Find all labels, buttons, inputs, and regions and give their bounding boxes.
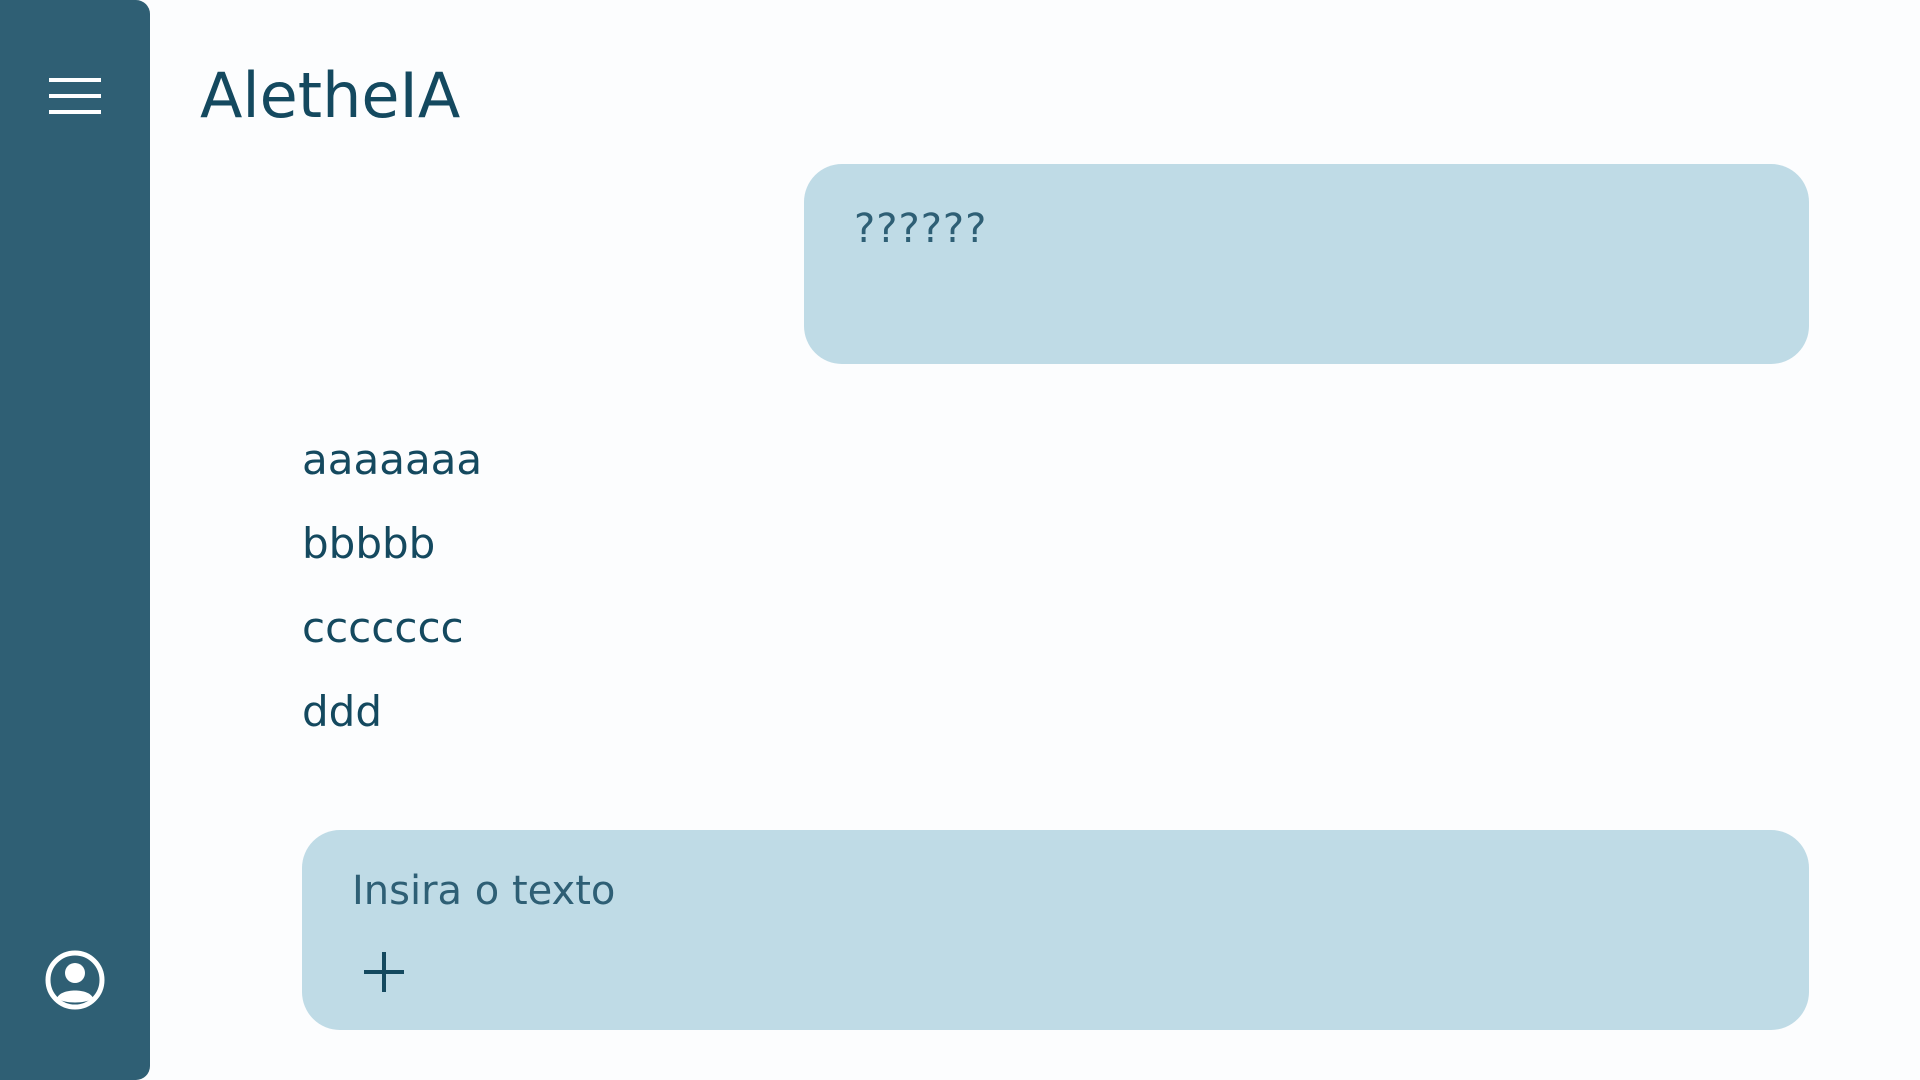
user-message-text: ?????? bbox=[854, 206, 988, 252]
response-line: bbbbb bbox=[302, 519, 436, 568]
assistant-response: aaaaaaa bbbbb ccccccc ddd bbox=[302, 430, 482, 766]
message-composer bbox=[302, 830, 1809, 1030]
app-title: AletheIA bbox=[200, 59, 461, 132]
hamburger-menu-icon bbox=[49, 78, 101, 114]
response-line: ccccccc bbox=[302, 603, 464, 652]
user-account-icon bbox=[45, 950, 105, 1010]
message-input[interactable] bbox=[352, 868, 1652, 914]
response-line: ddd bbox=[302, 687, 382, 736]
user-account-button[interactable] bbox=[45, 950, 105, 1010]
sidebar bbox=[0, 0, 150, 1080]
user-message-bubble: ?????? bbox=[804, 164, 1809, 364]
menu-button[interactable] bbox=[46, 72, 104, 120]
add-attachment-button[interactable] bbox=[358, 946, 410, 998]
response-line: aaaaaaa bbox=[302, 435, 483, 484]
plus-icon bbox=[364, 952, 404, 992]
